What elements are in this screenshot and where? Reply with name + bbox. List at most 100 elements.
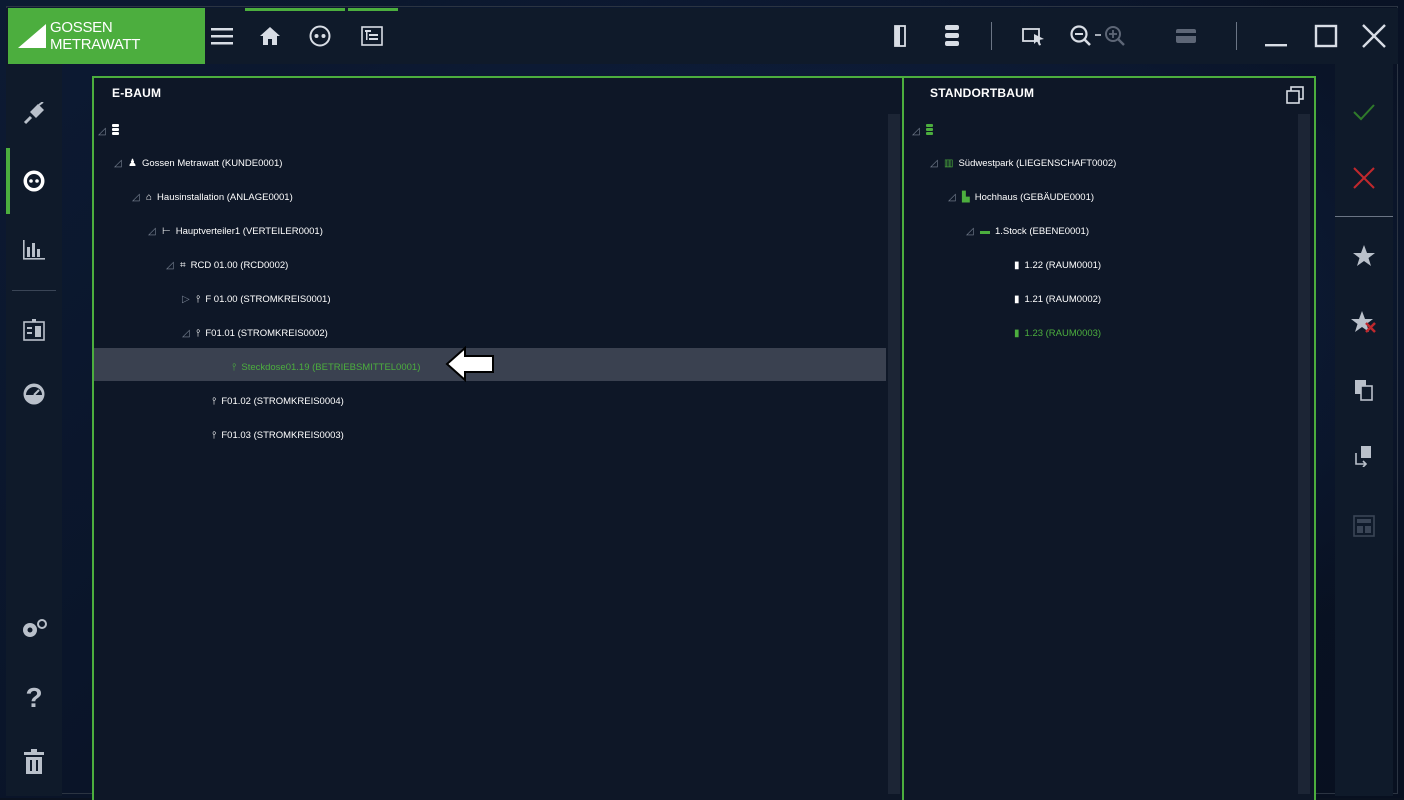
left-sidebar: ? — [6, 64, 62, 796]
move-node-icon[interactable] — [1335, 426, 1393, 486]
help-icon[interactable]: ? — [6, 670, 62, 726]
panel-title: E-BAUM — [112, 86, 162, 100]
collapse-icon[interactable]: ◿ — [930, 158, 944, 169]
tree-node[interactable]: ◿ ▥ Südwestpark (LIEGENSCHAFT0002) — [930, 154, 1116, 172]
house-icon: ⌂ — [146, 191, 153, 203]
plug-icon: ⫯ — [232, 361, 237, 373]
collapse-icon[interactable]: ◿ — [98, 126, 112, 137]
maximize-icon[interactable] — [1310, 20, 1342, 52]
tree-node[interactable]: ◿ ▬ 1.Stock (EBENE0001) — [966, 222, 1089, 240]
minimize-icon[interactable] — [1260, 20, 1292, 52]
toolbar-separator — [1236, 22, 1237, 50]
collapse-icon[interactable]: ◿ — [166, 260, 180, 271]
database-icon — [926, 124, 933, 138]
node-label: 1.23 (RAUM0003) — [1024, 327, 1102, 339]
chart-icon[interactable] — [6, 221, 62, 277]
detach-window-icon[interactable] — [1286, 86, 1304, 109]
room-door-icon: ▮ — [1014, 293, 1020, 305]
remove-favorite-icon[interactable] — [1335, 292, 1393, 352]
panel-title: STANDORTBAUM — [930, 86, 1035, 100]
e-baum-panel: E-BAUM ◿ ◿ ♟ Gossen Metrawatt (KUNDE0001… — [92, 76, 904, 800]
node-label: F01.03 (STROMKREIS0003) — [221, 429, 344, 441]
tree-view-icon[interactable] — [356, 20, 388, 52]
tree-node[interactable]: ▮ 1.22 (RAUM0001) — [1014, 256, 1101, 274]
property-icon: ▥ — [944, 157, 954, 169]
collapse-icon[interactable]: ◿ — [948, 192, 962, 203]
sidebar-divider — [1335, 216, 1393, 217]
right-sidebar — [1335, 64, 1393, 796]
tree-root[interactable]: ◿ — [912, 122, 938, 140]
fuse-icon: ⫯ — [196, 293, 201, 305]
device-list-icon[interactable] — [6, 302, 62, 358]
floor-icon: ▬ — [980, 225, 990, 237]
rcd-icon: ⌗ — [180, 259, 186, 271]
trash-icon[interactable] — [6, 734, 62, 790]
active-tab-indicator — [245, 8, 345, 11]
database-icon — [112, 124, 119, 138]
tree-node[interactable]: ◿ ⌂ Hausinstallation (ANLAGE0001) — [132, 188, 293, 206]
settings-gears-icon[interactable] — [6, 601, 62, 657]
collapse-icon[interactable]: ◿ — [132, 192, 146, 203]
tree-node[interactable]: ◿ ♟ Gossen Metrawatt (KUNDE0001) — [114, 154, 282, 172]
fuse-icon: ⫯ — [196, 327, 201, 339]
node-label: 1.21 (RAUM0002) — [1024, 293, 1102, 305]
node-label: Hauptverteiler1 (VERTEILER0001) — [175, 225, 323, 237]
socket-icon[interactable] — [304, 20, 336, 52]
fuse-icon: ⫯ — [212, 395, 217, 407]
cancel-x-icon[interactable] — [1335, 148, 1393, 208]
database-icon[interactable] — [936, 20, 968, 52]
tree-node-highlighted[interactable]: ▮ 1.23 (RAUM0003) — [1014, 324, 1101, 342]
tree-root[interactable]: ◿ — [98, 122, 124, 140]
tree-node[interactable]: ◿ ▙ Hochhaus (GEBÄUDE0001) — [948, 188, 1094, 206]
plug-icon[interactable] — [6, 86, 62, 142]
card-icon[interactable] — [1170, 20, 1202, 52]
building-icon: ▙ — [962, 191, 970, 203]
select-icon[interactable] — [1018, 20, 1050, 52]
menu-icon[interactable] — [206, 20, 238, 52]
node-label: Hausinstallation (ANLAGE0001) — [157, 191, 293, 203]
confirm-check-icon[interactable] — [1335, 82, 1393, 142]
tree-node-selected[interactable]: ⫯ Steckdose01.19 (BETRIEBSMITTEL0001) — [232, 358, 420, 376]
tree-node[interactable]: ▮ 1.21 (RAUM0002) — [1014, 290, 1101, 308]
node-label: F 01.00 (STROMKREIS0001) — [205, 293, 331, 305]
node-label: 1.22 (RAUM0001) — [1024, 259, 1102, 271]
panel-icon[interactable] — [884, 20, 916, 52]
node-label: Gossen Metrawatt (KUNDE0001) — [141, 157, 283, 169]
gauge-icon[interactable] — [6, 366, 62, 422]
vertical-scrollbar[interactable] — [1298, 114, 1310, 794]
person-icon: ♟ — [128, 157, 137, 169]
vertical-scrollbar[interactable] — [888, 114, 900, 794]
node-label: F01.01 (STROMKREIS0002) — [205, 327, 328, 339]
brand-logo: GOSSEN METRAWATT — [8, 8, 205, 64]
tree-tab-indicator — [348, 8, 398, 11]
copy-icon[interactable] — [1335, 360, 1393, 420]
expand-icon[interactable]: ▷ — [182, 294, 196, 305]
collapse-icon[interactable]: ◿ — [966, 226, 980, 237]
tree-node[interactable]: ⫯ F01.02 (STROMKREIS0004) — [212, 392, 344, 410]
favorite-star-icon[interactable] — [1335, 226, 1393, 286]
standortbaum-panel: STANDORTBAUM ◿ ◿ ▥ Südwestpark (LIEGENSC… — [902, 76, 1316, 800]
room-door-icon: ▮ — [1014, 259, 1020, 271]
collapse-icon[interactable]: ◿ — [912, 126, 926, 137]
fuse-icon: ⫯ — [212, 429, 217, 441]
top-toolbar: GOSSEN METRAWATT — [6, 8, 1398, 64]
tree-node[interactable]: ◿ ⌗ RCD 01.00 (RCD0002) — [166, 256, 288, 274]
structure-icon[interactable] — [1335, 496, 1393, 556]
node-label: 1.Stock (EBENE0001) — [995, 225, 1089, 237]
logo-text: GOSSEN METRAWATT — [50, 19, 141, 53]
close-icon[interactable] — [1358, 20, 1390, 52]
node-label: RCD 01.00 (RCD0002) — [190, 259, 289, 271]
socket-nav-icon[interactable] — [6, 153, 62, 209]
collapse-icon[interactable]: ◿ — [182, 328, 196, 339]
node-label: Steckdose01.19 (BETRIEBSMITTEL0001) — [241, 361, 421, 373]
tree-node[interactable]: ◿ ⫯ F01.01 (STROMKREIS0002) — [182, 324, 328, 342]
drag-arrow-icon — [445, 346, 494, 382]
collapse-icon[interactable]: ◿ — [148, 226, 162, 237]
node-label: Südwestpark (LIEGENSCHAFT0002) — [958, 157, 1117, 169]
collapse-icon[interactable]: ◿ — [114, 158, 128, 169]
tree-node[interactable]: ⫯ F01.03 (STROMKREIS0003) — [212, 426, 344, 444]
home-icon[interactable] — [254, 20, 286, 52]
zoom-out-icon[interactable] — [1068, 20, 1128, 52]
tree-node[interactable]: ◿ ⊢ Hauptverteiler1 (VERTEILER0001) — [148, 222, 323, 240]
tree-node[interactable]: ▷ ⫯ F 01.00 (STROMKREIS0001) — [182, 290, 331, 308]
